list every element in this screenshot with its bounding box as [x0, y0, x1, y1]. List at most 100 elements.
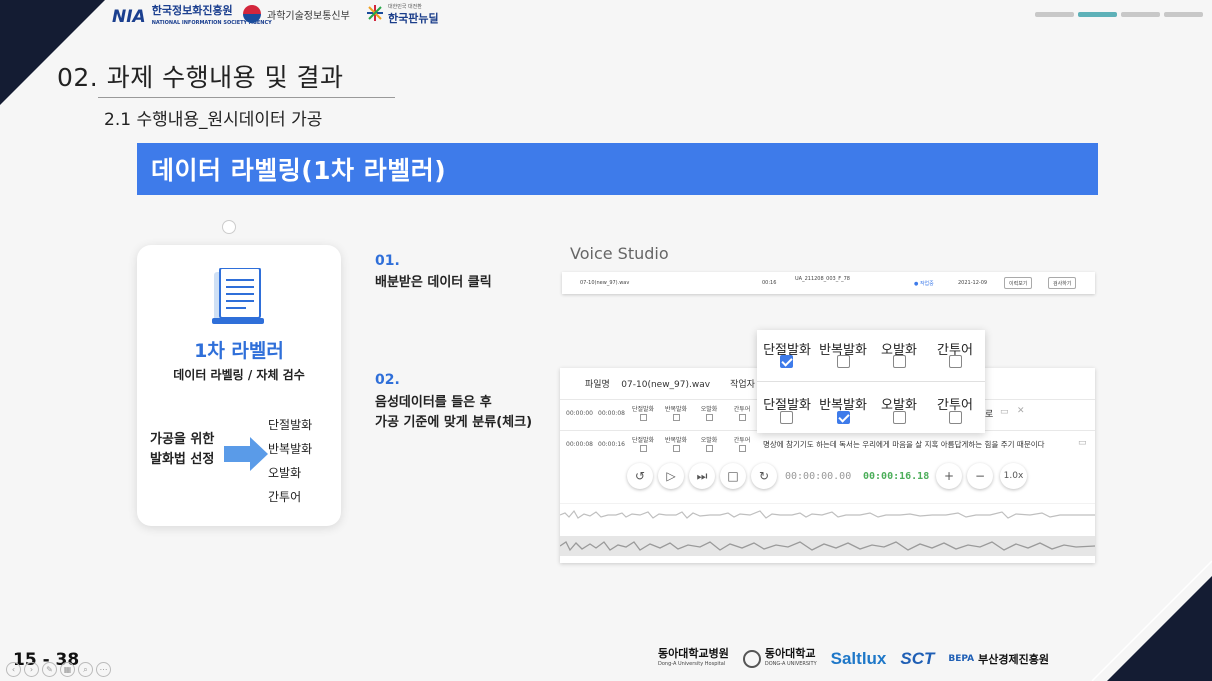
skip-next-icon[interactable]: ⏭: [689, 463, 715, 489]
speed-button[interactable]: 1.0x: [1000, 463, 1027, 489]
card-title: 1차 라벨러: [194, 340, 284, 362]
stop-icon[interactable]: □: [720, 463, 746, 489]
section-banner: 데이터 라벨링(1차 라벨러): [137, 143, 1098, 195]
mini-label: 반복발화: [664, 437, 688, 444]
slide-subtitle: 2.1 수행내용_원시데이터 가공: [104, 110, 323, 130]
mini-checkbox[interactable]: [673, 445, 680, 452]
checkbox-misutterance[interactable]: [893, 355, 906, 368]
mini-checkbox[interactable]: [673, 414, 680, 421]
slide-title: 02. 과제 수행내용 및 결과: [57, 63, 344, 92]
sponsor-dong-a-hospital: 동아대학교병원 Dong-A University Hospital: [658, 647, 729, 667]
sponsor-logos: 동아대학교병원 Dong-A University Hospital 동아대학교…: [658, 648, 1049, 670]
new-deal-name: 한국판뉴딜: [388, 12, 439, 25]
list-item: 반복발화: [268, 442, 313, 456]
segment-end: 00:00:08: [598, 410, 625, 417]
labeler-card: 1차 라벨러 데이터 라벨링 / 자체 검수 가공을 위한 발화법 선정 단절발…: [137, 245, 341, 526]
checkbox-repetition-checked[interactable]: [837, 411, 850, 424]
list-item: 간투어: [268, 490, 302, 504]
comment-icon[interactable]: ▭: [1078, 438, 1087, 448]
card-label-line1: 가공을 위한: [150, 432, 215, 447]
transcript-text[interactable]: 명상에 참기기도 하는데 독서는 우리에게 마음을 살 지혹 아름답게하는 힘을…: [763, 439, 1045, 450]
nia-logo-name: 한국정보화진흥원: [151, 4, 233, 17]
zoom-in-icon[interactable]: +: [936, 463, 962, 489]
row-file-name: 07-10(new_97).wav: [580, 280, 630, 286]
sponsor-saltlux: Saltlux: [830, 649, 887, 668]
mini-label: 오발화: [700, 406, 718, 413]
mini-checkbox[interactable]: [640, 414, 647, 421]
corner-accent-line: [1091, 560, 1212, 681]
nia-logo-mark: NIA: [112, 7, 146, 27]
mini-label: 오발화: [700, 437, 718, 444]
step-2-text-line1: 음성데이터를 들은 후: [375, 395, 492, 410]
more-icon[interactable]: ⋯: [96, 662, 111, 677]
mini-checkbox[interactable]: [739, 414, 746, 421]
waveform-overview[interactable]: [560, 536, 1095, 556]
pen-icon[interactable]: ✎: [42, 662, 57, 677]
mini-checkbox[interactable]: [640, 445, 647, 452]
sponsor-bepa: BEPA 부산경제진흥원: [948, 652, 1049, 666]
mini-label: 단절발화: [631, 406, 655, 413]
arrow-right-icon: [224, 437, 268, 471]
slide-progress: [1035, 12, 1203, 17]
university-seal-icon: [742, 650, 761, 668]
progress-segment: [1164, 12, 1203, 17]
time-total: 00:00:16.18: [863, 471, 930, 482]
card-subtitle: 데이터 라벨링 / 자체 검수: [173, 368, 305, 382]
voice-studio-title: Voice Studio: [570, 244, 669, 263]
inspect-button[interactable]: 검사하기: [1048, 277, 1077, 289]
document-icon: [212, 268, 264, 324]
checkbox-disfluent-checked[interactable]: [780, 355, 793, 368]
data-list-row[interactable]: 07-10(new_97).wav 00:16 UA_211208_003_F_…: [562, 272, 1095, 294]
card-label: 가공을 위한 발화법 선정: [150, 430, 214, 470]
msit-name: 과학기술정보통신부: [267, 10, 350, 22]
segment-end: 00:00:16: [598, 441, 625, 448]
row-date: 2021-12-09: [958, 280, 988, 286]
segment-row[interactable]: 00:00:08 00:00:16 단절발화 반복발화 오발화 간투어 명상에 …: [560, 430, 1095, 456]
mini-checkbox[interactable]: [706, 445, 713, 452]
player-controls: ↺ ▷ ⏭ □ ↻ 00:00:00.00 00:00:16.18 + − 1.…: [560, 460, 1095, 492]
mini-checkbox[interactable]: [739, 445, 746, 452]
zoom-icon[interactable]: ⌕: [78, 662, 93, 677]
taegeuk-icon: [243, 5, 261, 23]
file-name: 07-10(new_97).wav: [621, 380, 711, 390]
popup-divider: [757, 381, 985, 382]
grid-icon[interactable]: ▦: [60, 662, 75, 677]
mini-checkbox[interactable]: [706, 414, 713, 421]
play-icon[interactable]: ▷: [658, 463, 684, 489]
time-current: 00:00:00.00: [785, 471, 852, 482]
prev-icon[interactable]: ‹: [6, 662, 21, 677]
zoom-out-icon[interactable]: −: [967, 463, 993, 489]
sponsor-dong-a-university: 동아대학교 DONG-A UNIVERSITY: [742, 648, 817, 670]
forward-icon[interactable]: ↻: [751, 463, 777, 489]
utterance-type-list: 단절발화 반복발화 오발화 간투어: [268, 413, 312, 509]
decor-circle: [222, 220, 236, 234]
comment-icon[interactable]: ▭: [1000, 407, 1009, 417]
step-1-text: 배분받은 데이터 클릭: [375, 275, 492, 290]
slide-toolbar: ‹ › ✎ ▦ ⌕ ⋯: [6, 662, 111, 677]
row-duration: 00:16: [762, 280, 777, 286]
next-icon[interactable]: ›: [24, 662, 39, 677]
checkbox-filler[interactable]: [949, 355, 962, 368]
checkbox-repetition[interactable]: [837, 355, 850, 368]
sponsor-sct: SCT: [900, 649, 935, 668]
mini-label: 간투어: [733, 406, 751, 413]
close-icon[interactable]: ✕: [1017, 406, 1025, 416]
checkbox-filler[interactable]: [949, 411, 962, 424]
history-button[interactable]: 이력보기: [1004, 277, 1033, 289]
progress-segment: [1035, 12, 1074, 17]
waveform-track[interactable]: [560, 503, 1095, 531]
mini-label: 단절발화: [631, 437, 655, 444]
file-label: 파일명: [585, 380, 610, 390]
title-divider: [98, 97, 395, 98]
rewind-icon[interactable]: ↺: [627, 463, 653, 489]
progress-segment: [1121, 12, 1160, 17]
step-1-number: 01.: [375, 253, 400, 269]
list-item: 오발화: [268, 466, 302, 480]
msit-logo: 과학기술정보통신부: [243, 5, 350, 23]
checkbox-disfluent[interactable]: [780, 411, 793, 424]
segment-start: 00:00:00: [566, 410, 593, 417]
new-deal-icon: [366, 4, 384, 22]
row-status: ● 작업중: [914, 281, 934, 287]
checkbox-misutterance[interactable]: [893, 411, 906, 424]
list-item: 단절발화: [268, 418, 313, 432]
